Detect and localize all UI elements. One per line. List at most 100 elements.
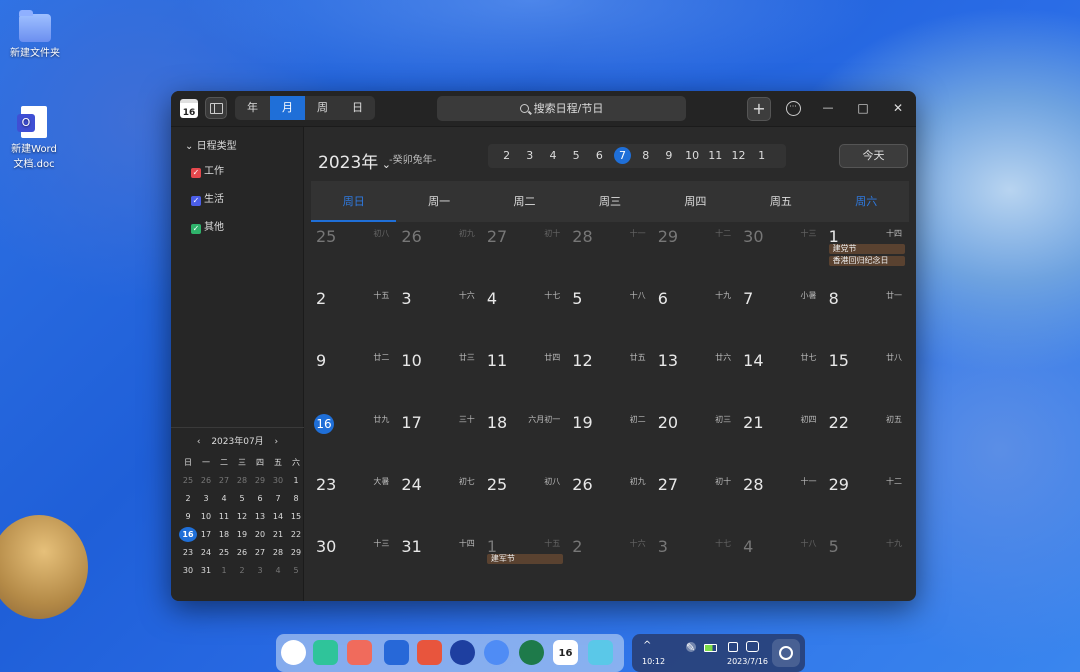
- calendar-dock-icon[interactable]: 16: [553, 640, 578, 665]
- mini-day[interactable]: 31: [197, 563, 215, 578]
- browser-icon[interactable]: [484, 640, 509, 665]
- day-cell[interactable]: 27 初十: [653, 470, 738, 532]
- close-button[interactable]: ✕: [886, 97, 910, 121]
- mini-day[interactable]: 1: [215, 563, 233, 578]
- mini-day[interactable]: 4: [269, 563, 287, 578]
- mini-day[interactable]: 5: [233, 491, 251, 506]
- desktop-icon-word-doc[interactable]: O 新建Word 文档.doc: [0, 106, 74, 172]
- clock-date[interactable]: 2023/7/16: [727, 657, 768, 666]
- month-item[interactable]: 8: [634, 144, 657, 168]
- add-event-button[interactable]: +: [747, 97, 771, 121]
- checkbox-checked-icon[interactable]: ✓: [191, 196, 201, 206]
- day-cell[interactable]: 3 十六: [396, 284, 481, 346]
- power-button[interactable]: [772, 639, 800, 667]
- day-cell[interactable]: 25 初八: [311, 222, 396, 284]
- minimize-button[interactable]: —: [816, 97, 840, 121]
- mini-day[interactable]: 26: [233, 545, 251, 560]
- category-life[interactable]: ✓ 生活: [191, 190, 224, 206]
- next-month-button[interactable]: ›: [275, 437, 279, 447]
- day-cell[interactable]: 28 十一: [738, 470, 823, 532]
- mini-day[interactable]: 9: [179, 509, 197, 524]
- day-cell[interactable]: 1 十四 建党节 香港回归纪念日: [824, 222, 909, 284]
- day-cell[interactable]: 8 廿一: [824, 284, 909, 346]
- mini-day[interactable]: 1: [287, 473, 305, 488]
- month-item[interactable]: 2: [495, 144, 518, 168]
- day-cell[interactable]: 1 十五 建军节: [482, 532, 567, 594]
- mini-day[interactable]: 19: [233, 527, 251, 542]
- year-selector[interactable]: 2023年 ⌄: [318, 148, 391, 173]
- mini-day[interactable]: 14: [269, 509, 287, 524]
- mini-day[interactable]: 4: [215, 491, 233, 506]
- package-icon[interactable]: [417, 640, 442, 665]
- month-item[interactable]: 10: [681, 144, 704, 168]
- day-cell[interactable]: 19 初二: [567, 408, 652, 470]
- day-cell[interactable]: 20 初三: [653, 408, 738, 470]
- mini-day[interactable]: 28: [269, 545, 287, 560]
- day-cell[interactable]: 30 十三: [738, 222, 823, 284]
- mini-day[interactable]: 7: [269, 491, 287, 506]
- month-item[interactable]: 6: [588, 144, 611, 168]
- mini-day[interactable]: 21: [269, 527, 287, 542]
- day-cell[interactable]: 5 十八: [567, 284, 652, 346]
- mini-day[interactable]: 26: [197, 473, 215, 488]
- day-cell[interactable]: 24 初七: [396, 470, 481, 532]
- search-input[interactable]: 搜索日程/节日: [437, 96, 686, 121]
- mini-day[interactable]: 27: [251, 545, 269, 560]
- event-badge[interactable]: 香港回归纪念日: [828, 256, 905, 266]
- day-cell[interactable]: 28 十一: [567, 222, 652, 284]
- mini-day[interactable]: 29: [287, 545, 305, 560]
- day-cell[interactable]: 26 初九: [396, 222, 481, 284]
- tray-expand-icon[interactable]: ^: [643, 640, 651, 651]
- day-cell[interactable]: 7 小暑: [738, 284, 823, 346]
- day-cell[interactable]: 21 初四: [738, 408, 823, 470]
- mini-day[interactable]: 17: [197, 527, 215, 542]
- mini-day[interactable]: 3: [251, 563, 269, 578]
- month-item[interactable]: 12: [727, 144, 750, 168]
- category-title[interactable]: ⌄ 日程类型: [185, 137, 237, 152]
- sidebar-toggle-button[interactable]: [205, 97, 227, 119]
- day-cell[interactable]: 30 十三: [311, 532, 396, 594]
- mini-day[interactable]: 3: [197, 491, 215, 506]
- mini-day[interactable]: 28: [233, 473, 251, 488]
- day-cell[interactable]: 4 十八: [738, 532, 823, 594]
- day-cell[interactable]: 6 十九: [653, 284, 738, 346]
- checkbox-checked-icon[interactable]: ✓: [191, 224, 201, 234]
- day-cell[interactable]: 12 廿五: [567, 346, 652, 408]
- mail-icon[interactable]: [384, 640, 409, 665]
- mini-day[interactable]: 11: [215, 509, 233, 524]
- mini-day[interactable]: 20: [251, 527, 269, 542]
- mini-day[interactable]: 18: [215, 527, 233, 542]
- month-item[interactable]: 11: [704, 144, 727, 168]
- trash-icon[interactable]: [588, 640, 613, 665]
- launcher-icon[interactable]: [281, 640, 306, 665]
- day-cell[interactable]: 17 三十: [396, 408, 481, 470]
- month-item[interactable]: 4: [541, 144, 564, 168]
- day-cell[interactable]: 3 十七: [653, 532, 738, 594]
- tab-year[interactable]: 年: [235, 96, 270, 120]
- day-cell[interactable]: 29 十二: [824, 470, 909, 532]
- month-item[interactable]: 1: [750, 144, 773, 168]
- today-button[interactable]: 今天: [839, 144, 908, 168]
- month-item[interactable]: 7: [611, 144, 634, 168]
- day-cell[interactable]: 27 初十: [482, 222, 567, 284]
- day-cell[interactable]: 13 廿六: [653, 346, 738, 408]
- checkbox-checked-icon[interactable]: ✓: [191, 168, 201, 178]
- mini-day[interactable]: 24: [197, 545, 215, 560]
- mini-day[interactable]: 29: [251, 473, 269, 488]
- day-cell[interactable]: 29 十二: [653, 222, 738, 284]
- settings-gear-icon[interactable]: [450, 640, 475, 665]
- tab-week[interactable]: 周: [305, 96, 340, 120]
- day-cell[interactable]: 5 十九: [824, 532, 909, 594]
- mini-day[interactable]: 15: [287, 509, 305, 524]
- mini-day[interactable]: 2: [233, 563, 251, 578]
- control-center-icon[interactable]: [746, 641, 759, 652]
- day-cell[interactable]: 11 廿四: [482, 346, 567, 408]
- month-item[interactable]: 5: [565, 144, 588, 168]
- mini-day[interactable]: 22: [287, 527, 305, 542]
- display-icon[interactable]: [728, 642, 738, 652]
- month-item[interactable]: 3: [518, 144, 541, 168]
- pen-icon[interactable]: ✎: [686, 641, 695, 654]
- day-cell[interactable]: 31 十四: [396, 532, 481, 594]
- tab-month[interactable]: 月: [270, 96, 305, 120]
- file-manager-icon[interactable]: [313, 640, 338, 665]
